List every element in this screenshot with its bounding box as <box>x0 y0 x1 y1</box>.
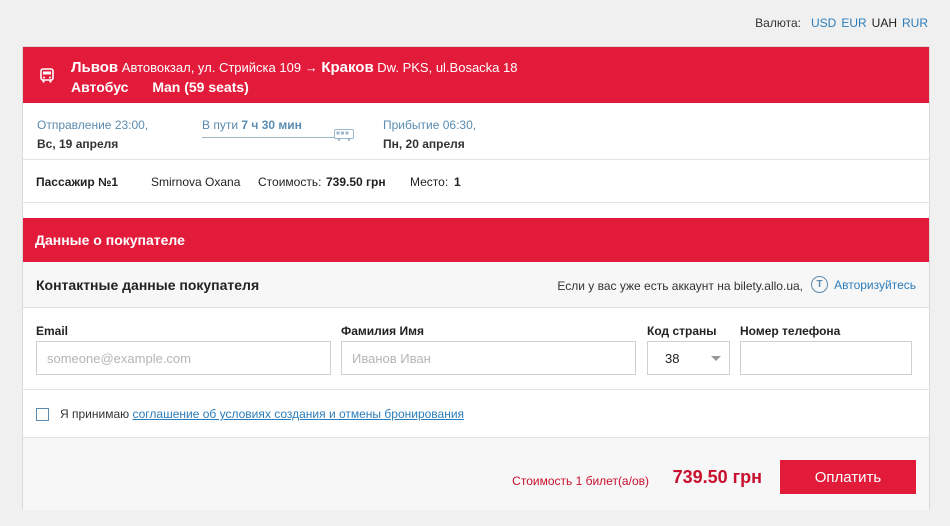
departure-time: 23:00, <box>114 118 149 132</box>
passenger-row: Пассажир №1 Smirnova Oxana Стоимость: 73… <box>23 160 929 203</box>
departure-label: Отправление <box>37 118 112 132</box>
to-station: Dw. PKS, ul.Bosacka 18 <box>377 60 518 75</box>
transport-type: Автобус <box>71 79 129 95</box>
route-arrow: → <box>304 60 318 75</box>
login-link-label: Авторизуйтесь <box>834 277 916 292</box>
to-city: Краков <box>321 59 374 76</box>
bus-icon <box>40 68 54 83</box>
arrival-block: Прибытие 06:30, Пн, 20 апреля <box>383 118 476 151</box>
small-bus-icon <box>334 129 354 141</box>
passenger-cost-label: Стоимость: <box>258 175 322 189</box>
name-field[interactable] <box>341 341 636 375</box>
currency-rur[interactable]: RUR <box>902 16 928 30</box>
passenger-label: Пассажир №1 <box>36 175 119 189</box>
currency-eur[interactable]: EUR <box>841 16 866 30</box>
agreement-text: Я принимаю соглашение об условиях создан… <box>60 407 464 421</box>
arrival-time: 06:30, <box>442 118 477 132</box>
currency-label: Валюта: <box>755 16 801 30</box>
transit-block: В пути 7 ч 30 мин <box>202 118 355 141</box>
email-field[interactable] <box>36 341 331 375</box>
booking-card: Львов Автовокзал, ул. Стрийска 109 → Кра… <box>22 46 930 510</box>
from-city: Львов <box>71 59 119 76</box>
buyer-section-title: Данные о покупателе <box>23 218 929 262</box>
account-hint: Если у вас уже есть аккаунт на bilety.al… <box>557 279 803 293</box>
contact-form: Email Фамилия Имя Код страны 38 Номер те… <box>23 308 929 390</box>
agreement-link[interactable]: соглашение об условиях создания и отмены… <box>132 407 464 421</box>
transit-track <box>202 137 334 138</box>
departure-block: Отправление 23:00, Вс, 19 апреля <box>37 118 148 151</box>
passenger-seat-value: 1 <box>454 175 461 189</box>
vehicle-line: Автобус Man (59 seats) <box>71 79 249 95</box>
agreement-row: Я принимаю соглашение об условиях создан… <box>23 390 929 438</box>
currency-switcher: Валюта: USD EUR UAH RUR <box>755 16 928 30</box>
passenger-name: Smirnova Oxana <box>151 175 241 189</box>
contact-header: Контактные данные покупателя Если у вас … <box>23 262 929 308</box>
country-code-label: Код страны <box>647 324 717 338</box>
currency-usd[interactable]: USD <box>811 16 836 30</box>
payment-label: Стоимость 1 билет(а/ов) <box>512 474 649 488</box>
route-header: Львов Автовокзал, ул. Стрийска 109 → Кра… <box>23 47 929 103</box>
payment-bar: Стоимость 1 билет(а/ов) 739.50 грн Оплат… <box>23 438 929 510</box>
country-code-select[interactable]: 38 <box>647 341 730 375</box>
chevron-down-icon <box>711 356 721 361</box>
login-link[interactable]: T Авторизуйтесь <box>811 276 916 293</box>
phone-field[interactable] <box>740 341 912 375</box>
agreement-prefix: Я принимаю <box>60 407 130 421</box>
transit-label: В пути <box>202 118 239 132</box>
name-label: Фамилия Имя <box>341 324 425 338</box>
route-line: Львов Автовокзал, ул. Стрийска 109 → Кра… <box>71 59 517 76</box>
phone-label: Номер телефона <box>740 324 841 338</box>
bus-model: Man (59 seats) <box>152 79 249 95</box>
currency-uah[interactable]: UAH <box>872 16 897 30</box>
arrival-date: Пн, 20 апреля <box>383 137 465 151</box>
transit-duration: 7 ч 30 мин <box>241 118 302 132</box>
payment-total: 739.50 грн <box>672 467 762 487</box>
country-code-value: 38 <box>665 351 680 366</box>
from-station: Автовокзал, ул. Стрийска 109 <box>121 60 302 75</box>
agreement-checkbox[interactable] <box>36 408 49 421</box>
departure-date: Вс, 19 апреля <box>37 137 119 151</box>
passenger-cost-value: 739.50 грн <box>326 175 386 189</box>
passenger-seat-label: Место: <box>410 175 449 189</box>
contact-title: Контактные данные покупателя <box>36 277 260 293</box>
arrival-label: Прибытие <box>383 118 440 132</box>
login-icon: T <box>811 276 829 293</box>
schedule-row: Отправление 23:00, Вс, 19 апреля В пути … <box>23 103 929 160</box>
pay-button[interactable]: Оплатить <box>780 460 916 494</box>
email-label: Email <box>36 324 69 338</box>
